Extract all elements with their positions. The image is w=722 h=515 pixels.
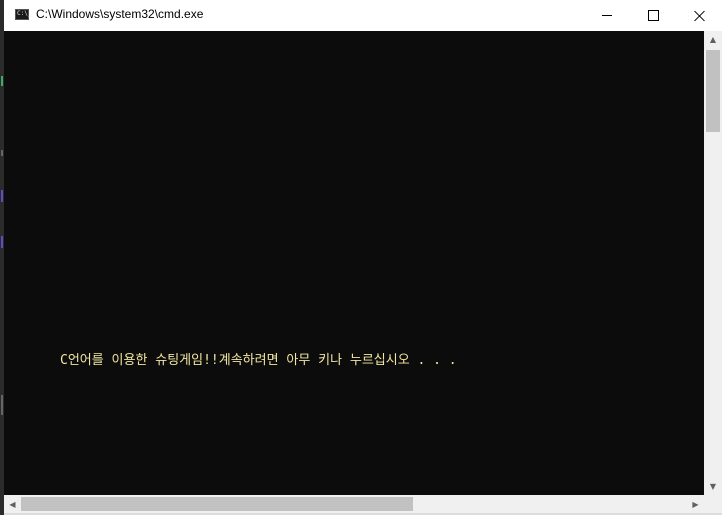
cmd-window: C:\_ C:\Windows\system32\cmd.exe C언어를 이용… (0, 0, 722, 515)
window-title: C:\Windows\system32\cmd.exe (36, 7, 204, 21)
minimize-button[interactable] (584, 0, 630, 31)
cmd-app-icon[interactable]: C:\_ (15, 9, 31, 20)
scroll-up-arrow-icon[interactable]: ▲ (704, 31, 722, 48)
console-output-area[interactable]: C언어를 이용한 슈팅게임!!계속하려면 아무 키나 누르십시오 . . . (4, 31, 704, 495)
horizontal-scrollbar[interactable]: ◀ ▶ (4, 495, 704, 513)
scroll-down-arrow-icon[interactable]: ▼ (704, 478, 722, 495)
title-bar[interactable]: C:\_ C:\Windows\system32\cmd.exe (4, 0, 722, 31)
maximize-button[interactable] (630, 0, 676, 31)
minimize-icon (602, 15, 612, 16)
close-icon (694, 10, 705, 21)
close-button[interactable] (676, 0, 722, 31)
scroll-right-arrow-icon[interactable]: ▶ (687, 495, 704, 513)
scroll-left-arrow-icon[interactable]: ◀ (4, 495, 21, 513)
console-output-line: C언어를 이용한 슈팅게임!!계속하려면 아무 키나 누르십시오 . . . (60, 353, 457, 368)
scrollbar-corner (704, 495, 722, 513)
maximize-icon (647, 10, 659, 21)
vertical-scroll-thumb[interactable] (706, 50, 720, 132)
vertical-scrollbar[interactable]: ▲ ▼ (704, 31, 722, 495)
horizontal-scroll-thumb[interactable] (21, 497, 413, 511)
